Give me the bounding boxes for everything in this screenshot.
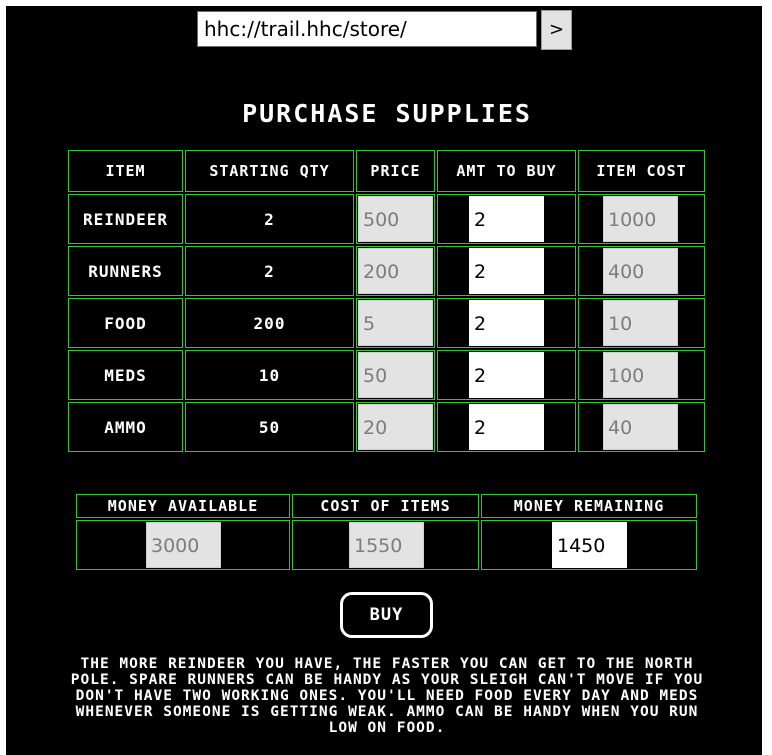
item-label: MEDS bbox=[68, 350, 183, 400]
price-field: 500 bbox=[358, 196, 433, 242]
header-price: PRICE bbox=[356, 150, 435, 192]
amt-to-buy-input[interactable]: 2 bbox=[469, 248, 544, 294]
item-cost-field: 400 bbox=[603, 248, 678, 294]
money-available-field: 3000 bbox=[146, 522, 221, 568]
starting-qty: 10 bbox=[185, 350, 354, 400]
amt-to-buy-input[interactable]: 2 bbox=[469, 300, 544, 346]
game-screen: hhc://trail.hhc/store/ > PURCHASE SUPPLI… bbox=[6, 6, 768, 755]
price-field: 20 bbox=[358, 404, 433, 450]
starting-qty: 200 bbox=[185, 298, 354, 348]
money-remaining-label: MONEY REMAINING bbox=[481, 494, 697, 518]
page-title: PURCHASE SUPPLIES bbox=[242, 99, 532, 128]
cost-of-items-field: 1550 bbox=[349, 522, 424, 568]
amt-to-buy-input[interactable]: 2 bbox=[469, 196, 544, 242]
starting-qty: 50 bbox=[185, 402, 354, 452]
url-input[interactable]: hhc://trail.hhc/store/ bbox=[197, 11, 537, 47]
go-button[interactable]: > bbox=[541, 10, 572, 50]
starting-qty: 2 bbox=[185, 246, 354, 296]
header-item: ITEM bbox=[68, 150, 183, 192]
item-cost-field: 1000 bbox=[603, 196, 678, 242]
amt-to-buy-input[interactable]: 2 bbox=[469, 352, 544, 398]
price-field: 5 bbox=[358, 300, 433, 346]
price-field: 50 bbox=[358, 352, 433, 398]
cost-of-items-label: COST OF ITEMS bbox=[292, 494, 479, 518]
address-bar-area: hhc://trail.hhc/store/ > bbox=[6, 6, 768, 56]
item-cost-field: 40 bbox=[603, 404, 678, 450]
item-cost-field: 10 bbox=[603, 300, 678, 346]
description-text: THE MORE REINDEER YOU HAVE, THE FASTER Y… bbox=[70, 656, 704, 736]
item-cost-field: 100 bbox=[603, 352, 678, 398]
buy-button[interactable]: BUY bbox=[340, 592, 433, 638]
header-item-cost: ITEM COST bbox=[578, 150, 705, 192]
item-label: AMMO bbox=[68, 402, 183, 452]
price-field: 200 bbox=[358, 248, 433, 294]
item-label: RUNNERS bbox=[68, 246, 183, 296]
money-remaining-field: 1450 bbox=[552, 522, 627, 568]
item-label: FOOD bbox=[68, 298, 183, 348]
starting-qty: 2 bbox=[185, 194, 354, 244]
header-amt-to-buy: AMT TO BUY bbox=[437, 150, 576, 192]
item-label: REINDEER bbox=[68, 194, 183, 244]
amt-to-buy-input[interactable]: 2 bbox=[469, 404, 544, 450]
header-starting-qty: STARTING QTY bbox=[185, 150, 354, 192]
money-available-label: MONEY AVAILABLE bbox=[76, 494, 290, 518]
window-edge bbox=[762, 0, 772, 755]
